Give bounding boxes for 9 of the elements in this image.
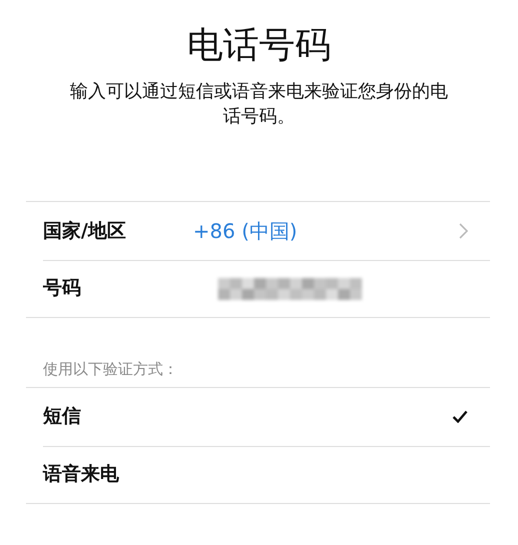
field-label: 国家/地区 [43,218,127,244]
field-label: 号码 [43,276,82,302]
page-title: 电话号码 [186,24,332,68]
description: 输入可以通过短信或语音来电来验证您身份的电话号码。 [69,80,449,130]
chevron-icon[interactable] [459,223,468,240]
section-header: 使用以下验证方式： [43,359,179,380]
method-option[interactable]: 短信 [26,388,490,446]
country-value[interactable]: +86 (中国) [193,216,298,246]
method-option[interactable]: 语音来电 [26,446,490,504]
